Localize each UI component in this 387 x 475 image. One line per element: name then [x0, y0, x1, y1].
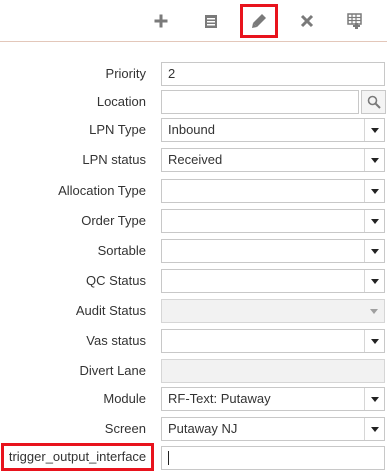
screen-row: Screen Putaway NJ — [0, 417, 387, 441]
trigger-output-interface-row — [0, 446, 387, 470]
lpn-status-row: LPN status Received — [0, 148, 387, 172]
allocation-type-row: Allocation Type — [0, 179, 387, 203]
plus-icon — [154, 14, 168, 28]
screen-value: Putaway NJ — [168, 421, 238, 436]
allocation-type-label: Allocation Type — [58, 183, 146, 198]
chevron-down-icon — [370, 248, 379, 254]
chevron-down-icon — [370, 426, 379, 432]
lpn-status-dropdown-button[interactable] — [364, 149, 384, 171]
module-dropdown-button[interactable] — [364, 388, 384, 410]
lpn-type-dropdown-button[interactable] — [364, 119, 384, 141]
grid-settings-button[interactable] — [340, 6, 370, 36]
location-row: Location — [0, 90, 387, 114]
divert-lane-label: Divert Lane — [79, 363, 146, 378]
audit-status-dropdown-button — [364, 300, 384, 322]
lpn-type-value: Inbound — [168, 122, 215, 137]
delete-button[interactable] — [292, 6, 322, 36]
lpn-type-row: LPN Type Inbound — [0, 118, 387, 142]
priority-label: Priority — [105, 66, 146, 81]
sortable-dropdown-button[interactable] — [364, 240, 384, 262]
qc-status-label: QC Status — [86, 273, 146, 288]
lpn-type-label: LPN Type — [89, 122, 146, 137]
chevron-down-icon — [370, 338, 379, 344]
chevron-down-icon — [370, 127, 379, 133]
vas-status-label: Vas status — [86, 333, 146, 348]
module-label: Module — [103, 391, 146, 406]
priority-input[interactable]: 2 — [161, 62, 385, 86]
screen-label: Screen — [104, 421, 146, 436]
search-icon — [367, 95, 381, 109]
chevron-down-icon — [370, 278, 379, 284]
vas-status-select[interactable] — [161, 329, 385, 353]
audit-status-label: Audit Status — [75, 303, 146, 318]
screen-select[interactable]: Putaway NJ — [161, 417, 385, 441]
screen-dropdown-button[interactable] — [364, 418, 384, 440]
module-select[interactable]: RF-Text: Putaway — [161, 387, 385, 411]
text-cursor — [168, 450, 169, 465]
chevron-down-icon — [370, 157, 379, 163]
sortable-row: Sortable — [0, 239, 387, 263]
trigger-output-interface-input[interactable] — [161, 446, 385, 470]
toolbar — [0, 0, 387, 42]
order-type-label: Order Type — [81, 213, 146, 228]
divert-lane-input — [161, 359, 385, 383]
order-type-select[interactable] — [161, 209, 385, 233]
location-search-button[interactable] — [361, 90, 386, 114]
lpn-status-value: Received — [168, 152, 223, 167]
location-label: Location — [96, 94, 146, 109]
audit-status-select — [161, 299, 385, 323]
details-button[interactable] — [196, 6, 226, 36]
divert-lane-row: Divert Lane — [0, 359, 387, 383]
chevron-down-icon — [370, 218, 379, 224]
sortable-select[interactable] — [161, 239, 385, 263]
module-value: RF-Text: Putaway — [168, 391, 271, 406]
order-type-dropdown-button[interactable] — [364, 210, 384, 232]
vas-status-row: Vas status — [0, 329, 387, 353]
lpn-status-select[interactable]: Received — [161, 148, 385, 172]
add-button[interactable] — [146, 6, 176, 36]
priority-row: Priority 2 — [0, 62, 387, 86]
allocation-type-dropdown-button[interactable] — [364, 180, 384, 202]
lpn-type-select[interactable]: Inbound — [161, 118, 385, 142]
close-icon — [300, 14, 314, 28]
grid-settings-icon — [347, 13, 362, 29]
edit-button[interactable] — [240, 4, 278, 38]
qc-status-row: QC Status — [0, 269, 387, 293]
location-input[interactable] — [161, 90, 359, 114]
details-icon — [205, 15, 217, 28]
pencil-icon — [252, 14, 266, 28]
order-type-row: Order Type — [0, 209, 387, 233]
chevron-down-icon — [370, 396, 379, 402]
lpn-status-label: LPN status — [82, 152, 146, 167]
chevron-down-icon — [370, 188, 379, 194]
allocation-type-select[interactable] — [161, 179, 385, 203]
vas-status-dropdown-button[interactable] — [364, 330, 384, 352]
qc-status-dropdown-button[interactable] — [364, 270, 384, 292]
chevron-down-icon — [370, 308, 378, 314]
audit-status-row: Audit Status — [0, 299, 387, 323]
sortable-label: Sortable — [97, 243, 146, 258]
module-row: Module RF-Text: Putaway — [0, 387, 387, 411]
qc-status-select[interactable] — [161, 269, 385, 293]
